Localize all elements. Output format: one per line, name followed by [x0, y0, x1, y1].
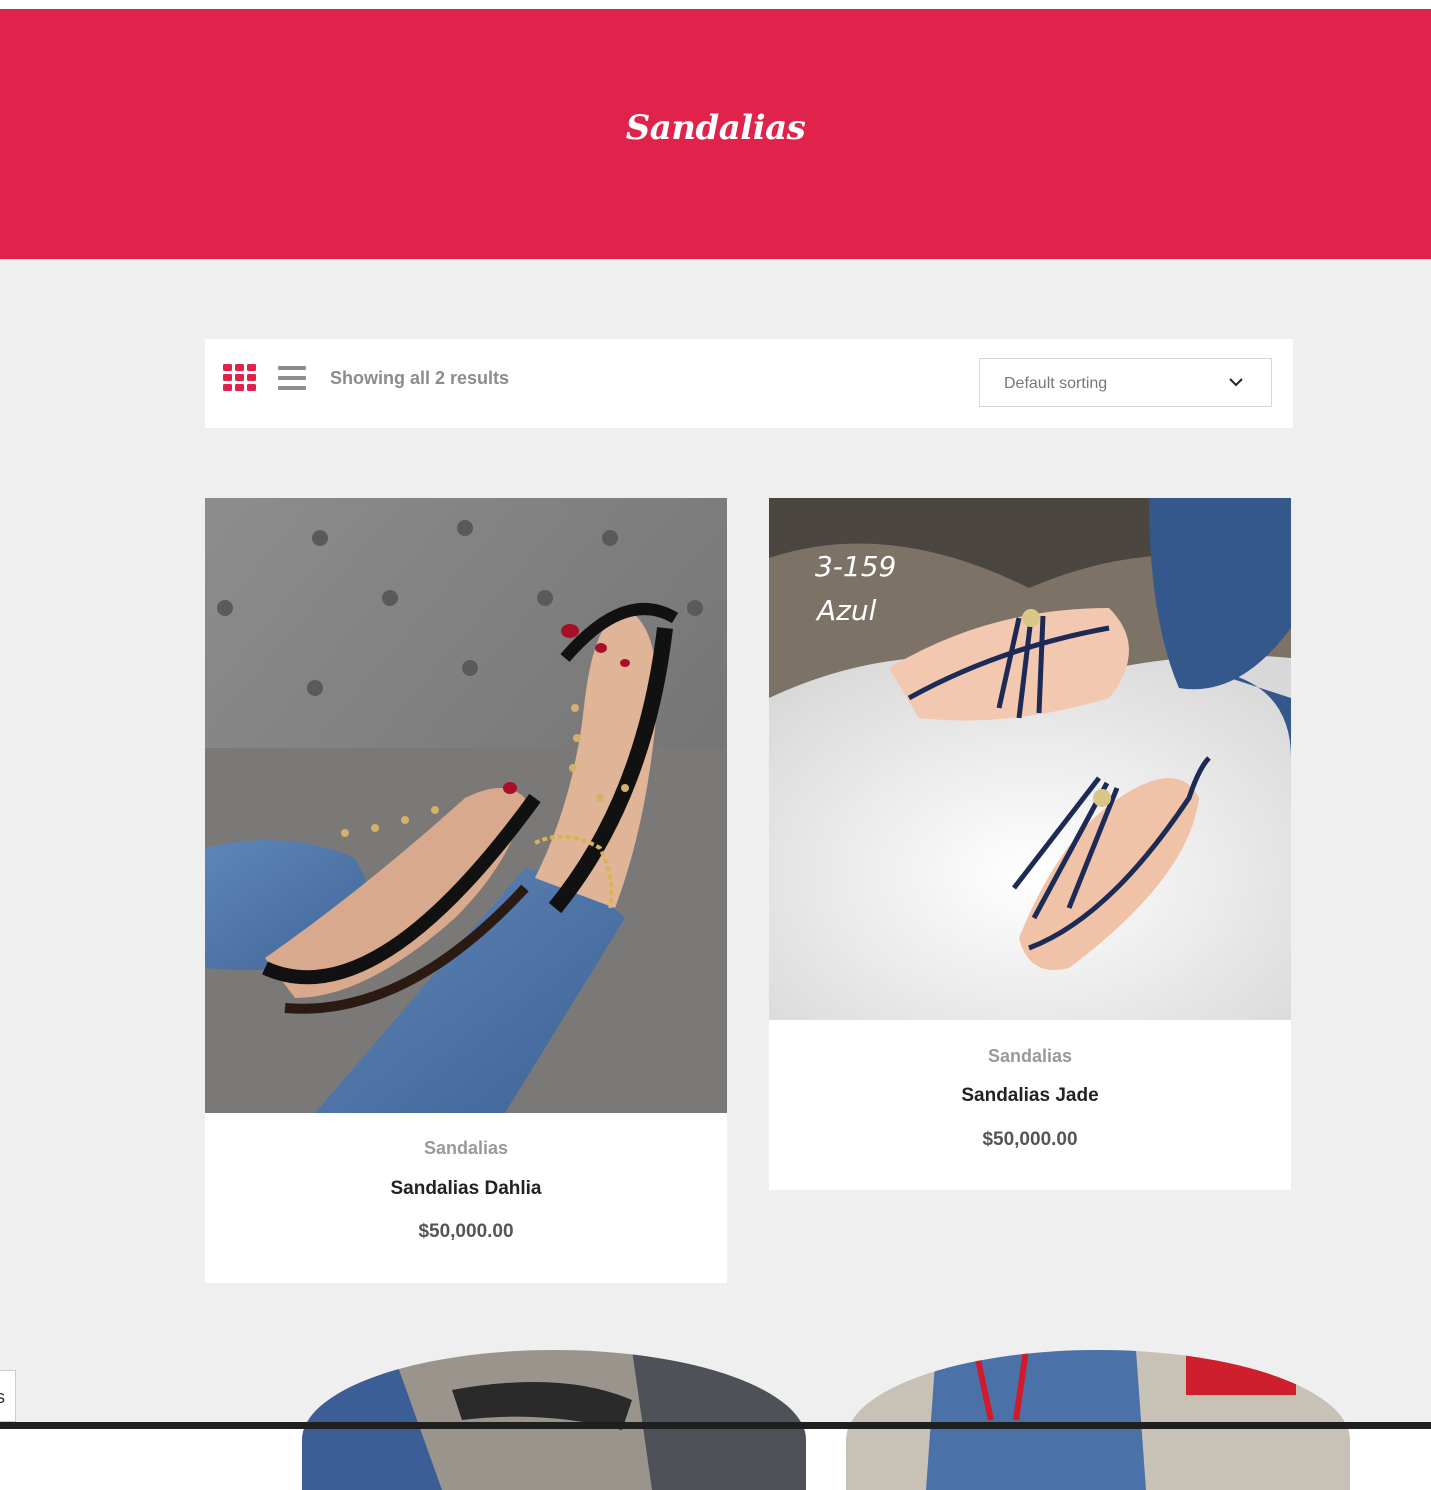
- product-category[interactable]: Sandalias: [205, 1138, 727, 1159]
- shop-content: Showing all 2 results Default sorting Sa…: [0, 259, 1431, 1490]
- product-price: $50,000.00: [982, 1129, 1078, 1150]
- image-caption-color: Azul: [815, 594, 877, 627]
- sorting-select[interactable]: Default sorting: [979, 358, 1272, 407]
- product-image[interactable]: 3-159 Azul: [769, 498, 1291, 1020]
- chevron-down-icon: [1229, 378, 1243, 387]
- featured-image[interactable]: [846, 1350, 1350, 1490]
- product-name[interactable]: Sandalias Dahlia: [205, 1178, 727, 1200]
- shop-toolbar: Showing all 2 results Default sorting: [205, 339, 1293, 428]
- product-card[interactable]: Sandalias Sandalias Dahlia $50,000.00: [205, 498, 727, 1283]
- image-caption-code: 3-159: [815, 550, 896, 583]
- featured-image[interactable]: [302, 1350, 806, 1490]
- side-tab-text: s: [0, 1387, 5, 1408]
- product-price: $50,000.00: [418, 1221, 514, 1242]
- product-image[interactable]: [205, 498, 727, 1113]
- page-header-banner: Sandalias: [0, 9, 1431, 259]
- results-count: Showing all 2 results: [330, 368, 510, 388]
- product-category[interactable]: Sandalias: [769, 1046, 1291, 1067]
- grid-view-icon[interactable]: [223, 364, 257, 392]
- product-name[interactable]: Sandalias Jade: [769, 1085, 1291, 1107]
- bottom-edge-bar: [0, 1422, 1431, 1429]
- side-widget-tab[interactable]: s: [0, 1370, 16, 1422]
- sorting-selected-value: Default sorting: [1004, 375, 1108, 392]
- page-title: Sandalias: [625, 108, 806, 148]
- list-view-icon[interactable]: [278, 366, 306, 391]
- product-card[interactable]: 3-159 Azul Sandalias Sandalias Jade $50,…: [769, 498, 1291, 1190]
